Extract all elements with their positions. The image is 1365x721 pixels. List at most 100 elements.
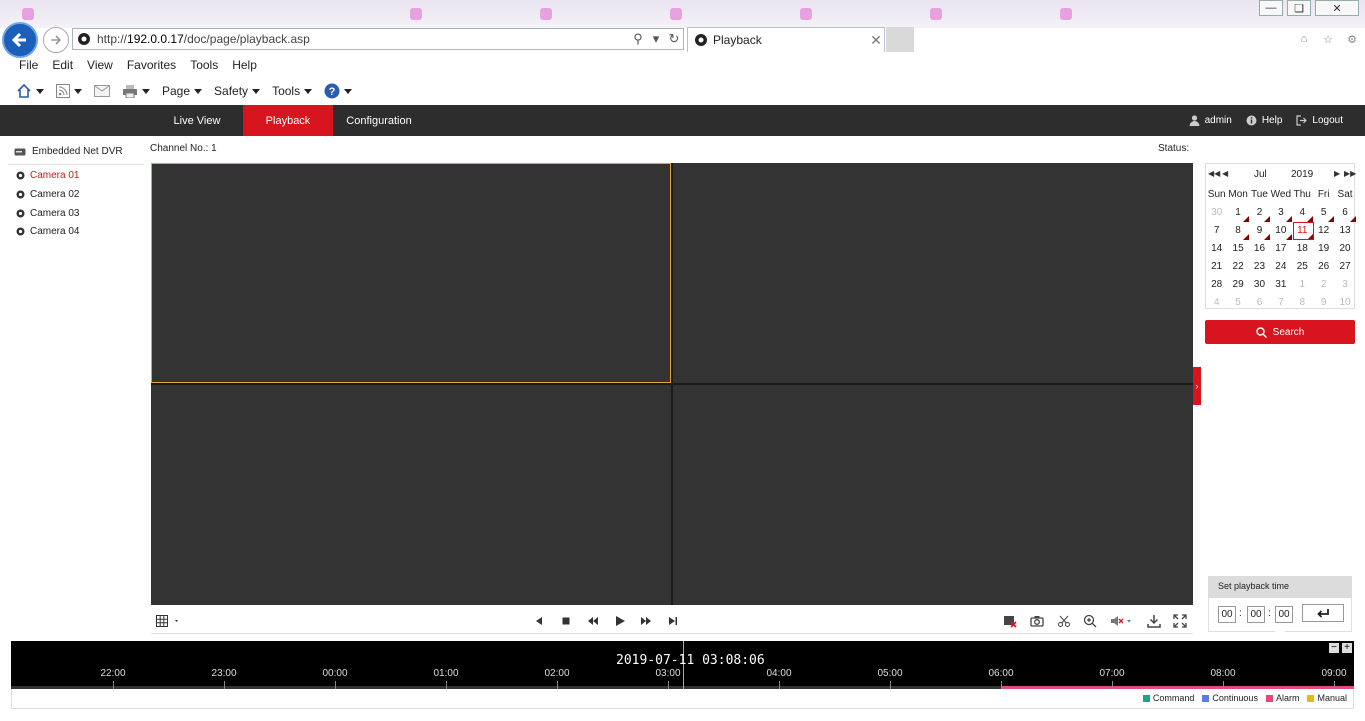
mail-command[interactable] <box>94 85 110 97</box>
tools-command[interactable]: Tools <box>272 84 313 98</box>
back-button[interactable] <box>2 22 38 58</box>
calendar-day[interactable]: 30 <box>1206 204 1227 222</box>
calendar-day[interactable]: 16 <box>1249 240 1270 258</box>
calendar-day[interactable]: 7 <box>1270 294 1291 312</box>
playback-timeline[interactable]: 22:00 23:00 00:00 01:00 02:00 03:00 04:00 05:00… <box>11 641 1354 689</box>
calendar-day[interactable]: 17 <box>1270 240 1291 258</box>
close-window-button[interactable]: ✕ <box>1315 0 1359 16</box>
calendar-day[interactable]: 5 <box>1313 204 1335 222</box>
calendar-day[interactable]: 19 <box>1313 240 1334 258</box>
calendar-day[interactable]: 8 <box>1227 222 1250 240</box>
camera-item-03[interactable]: Camera 03 <box>16 208 79 219</box>
search-button[interactable]: Search <box>1205 320 1355 344</box>
feeds-command[interactable] <box>56 84 82 98</box>
calendar-day[interactable]: 1 <box>1292 276 1313 294</box>
video-pane-3[interactable] <box>151 385 671 605</box>
calendar-day[interactable]: 12 <box>1313 222 1334 240</box>
digital-zoom-button[interactable] <box>1082 613 1098 629</box>
video-pane-1[interactable] <box>151 163 671 383</box>
logout-link[interactable]: Logout <box>1296 115 1343 126</box>
dropdown-caret-icon[interactable]: ▾ <box>647 30 665 48</box>
calendar-day[interactable]: 4 <box>1206 294 1227 312</box>
fullscreen-button[interactable] <box>1172 613 1188 629</box>
calendar-day[interactable]: 15 <box>1227 240 1248 258</box>
menu-edit[interactable]: Edit <box>47 55 78 77</box>
calendar-day[interactable]: 1 <box>1227 204 1250 222</box>
calendar-day[interactable]: 2 <box>1313 276 1334 294</box>
hour-input[interactable]: 00 <box>1218 606 1236 623</box>
calendar-day[interactable]: 11 <box>1292 222 1314 240</box>
zoom-out-icon[interactable]: − <box>1329 643 1339 653</box>
close-tab-icon[interactable]: ✕ <box>868 32 884 49</box>
maximize-button[interactable]: ❏ <box>1287 0 1311 16</box>
home-icon[interactable]: ⌂ <box>1295 30 1313 48</box>
page-command[interactable]: Page <box>162 84 203 98</box>
previous-month-icon[interactable]: ◀ <box>1222 169 1228 178</box>
video-pane-4[interactable] <box>673 385 1193 605</box>
calendar-day[interactable]: 5 <box>1227 294 1248 312</box>
settings-gear-icon[interactable]: ⚙ <box>1343 30 1361 48</box>
calendar-day[interactable]: 28 <box>1206 276 1227 294</box>
capture-button[interactable] <box>1029 613 1045 629</box>
menu-help[interactable]: Help <box>227 55 262 77</box>
calendar-day[interactable]: 23 <box>1249 258 1270 276</box>
tab-live-view[interactable]: Live View <box>152 105 242 136</box>
calendar-day[interactable]: 6 <box>1334 204 1357 222</box>
calendar-day[interactable]: 27 <box>1334 258 1355 276</box>
favorites-star-icon[interactable]: ☆ <box>1319 30 1337 48</box>
stop-all-button[interactable] <box>1002 613 1018 629</box>
calendar-day[interactable]: 31 <box>1270 276 1291 294</box>
address-bar[interactable]: http://192.0.0.17/doc/page/playback.asp … <box>72 28 684 50</box>
window-layout-button[interactable] <box>155 613 183 629</box>
search-icon[interactable]: ⚲ <box>629 30 647 48</box>
calendar-day[interactable]: 21 <box>1206 258 1227 276</box>
calendar-day[interactable]: 3 <box>1270 204 1292 222</box>
camera-item-02[interactable]: Camera 02 <box>16 189 79 200</box>
help-command[interactable]: ? <box>324 83 353 99</box>
single-frame-button[interactable] <box>665 613 681 629</box>
calendar-day[interactable]: 24 <box>1270 258 1291 276</box>
calendar-day[interactable]: 3 <box>1334 276 1355 294</box>
slow-down-button[interactable] <box>585 613 601 629</box>
calendar-day[interactable]: 20 <box>1334 240 1355 258</box>
zoom-in-icon[interactable]: + <box>1342 643 1352 653</box>
menu-favorites[interactable]: Favorites <box>122 55 181 77</box>
refresh-icon[interactable]: ↻ <box>665 30 683 48</box>
calendar-day[interactable]: 10 <box>1270 222 1292 240</box>
device-node[interactable]: Embedded Net DVR <box>14 146 123 157</box>
next-month-icon[interactable]: ▶ <box>1334 169 1340 178</box>
user-account[interactable]: admin <box>1189 115 1232 126</box>
collapse-panel-button[interactable]: › <box>1193 367 1201 405</box>
audio-button[interactable] <box>1109 613 1135 629</box>
help-link[interactable]: Help <box>1246 115 1282 126</box>
next-year-icon[interactable]: ▶▶ <box>1344 169 1356 178</box>
previous-year-icon[interactable]: ◀◀ <box>1208 169 1220 178</box>
calendar-day[interactable]: 30 <box>1249 276 1270 294</box>
menu-file[interactable]: File <box>14 55 43 77</box>
menu-view[interactable]: View <box>82 55 118 77</box>
calendar-day[interactable]: 4 <box>1292 204 1314 222</box>
second-input[interactable]: 00 <box>1275 606 1293 623</box>
camera-item-04[interactable]: Camera 04 <box>16 226 79 237</box>
calendar-day[interactable]: 22 <box>1227 258 1248 276</box>
calendar-day[interactable]: 6 <box>1249 294 1270 312</box>
calendar-day[interactable]: 10 <box>1334 294 1355 312</box>
go-to-time-button[interactable] <box>1302 604 1344 622</box>
calendar-day[interactable]: 25 <box>1292 258 1313 276</box>
stop-button[interactable] <box>558 613 574 629</box>
browser-tab[interactable]: Playback ✕ <box>687 27 885 52</box>
calendar-day[interactable]: 9 <box>1249 222 1271 240</box>
download-button[interactable] <box>1146 613 1162 629</box>
tab-configuration[interactable]: Configuration <box>334 105 424 136</box>
menu-tools[interactable]: Tools <box>185 55 223 77</box>
print-command[interactable] <box>122 84 150 98</box>
calendar-day[interactable]: 7 <box>1206 222 1227 240</box>
minimize-button[interactable]: — <box>1259 0 1283 16</box>
calendar-day[interactable]: 8 <box>1292 294 1313 312</box>
tab-playback[interactable]: Playback <box>243 105 333 136</box>
speed-up-button[interactable] <box>638 613 654 629</box>
minute-input[interactable]: 00 <box>1247 606 1265 623</box>
calendar-day[interactable]: 9 <box>1313 294 1334 312</box>
video-pane-2[interactable] <box>673 163 1193 383</box>
reverse-play-button[interactable] <box>531 613 547 629</box>
